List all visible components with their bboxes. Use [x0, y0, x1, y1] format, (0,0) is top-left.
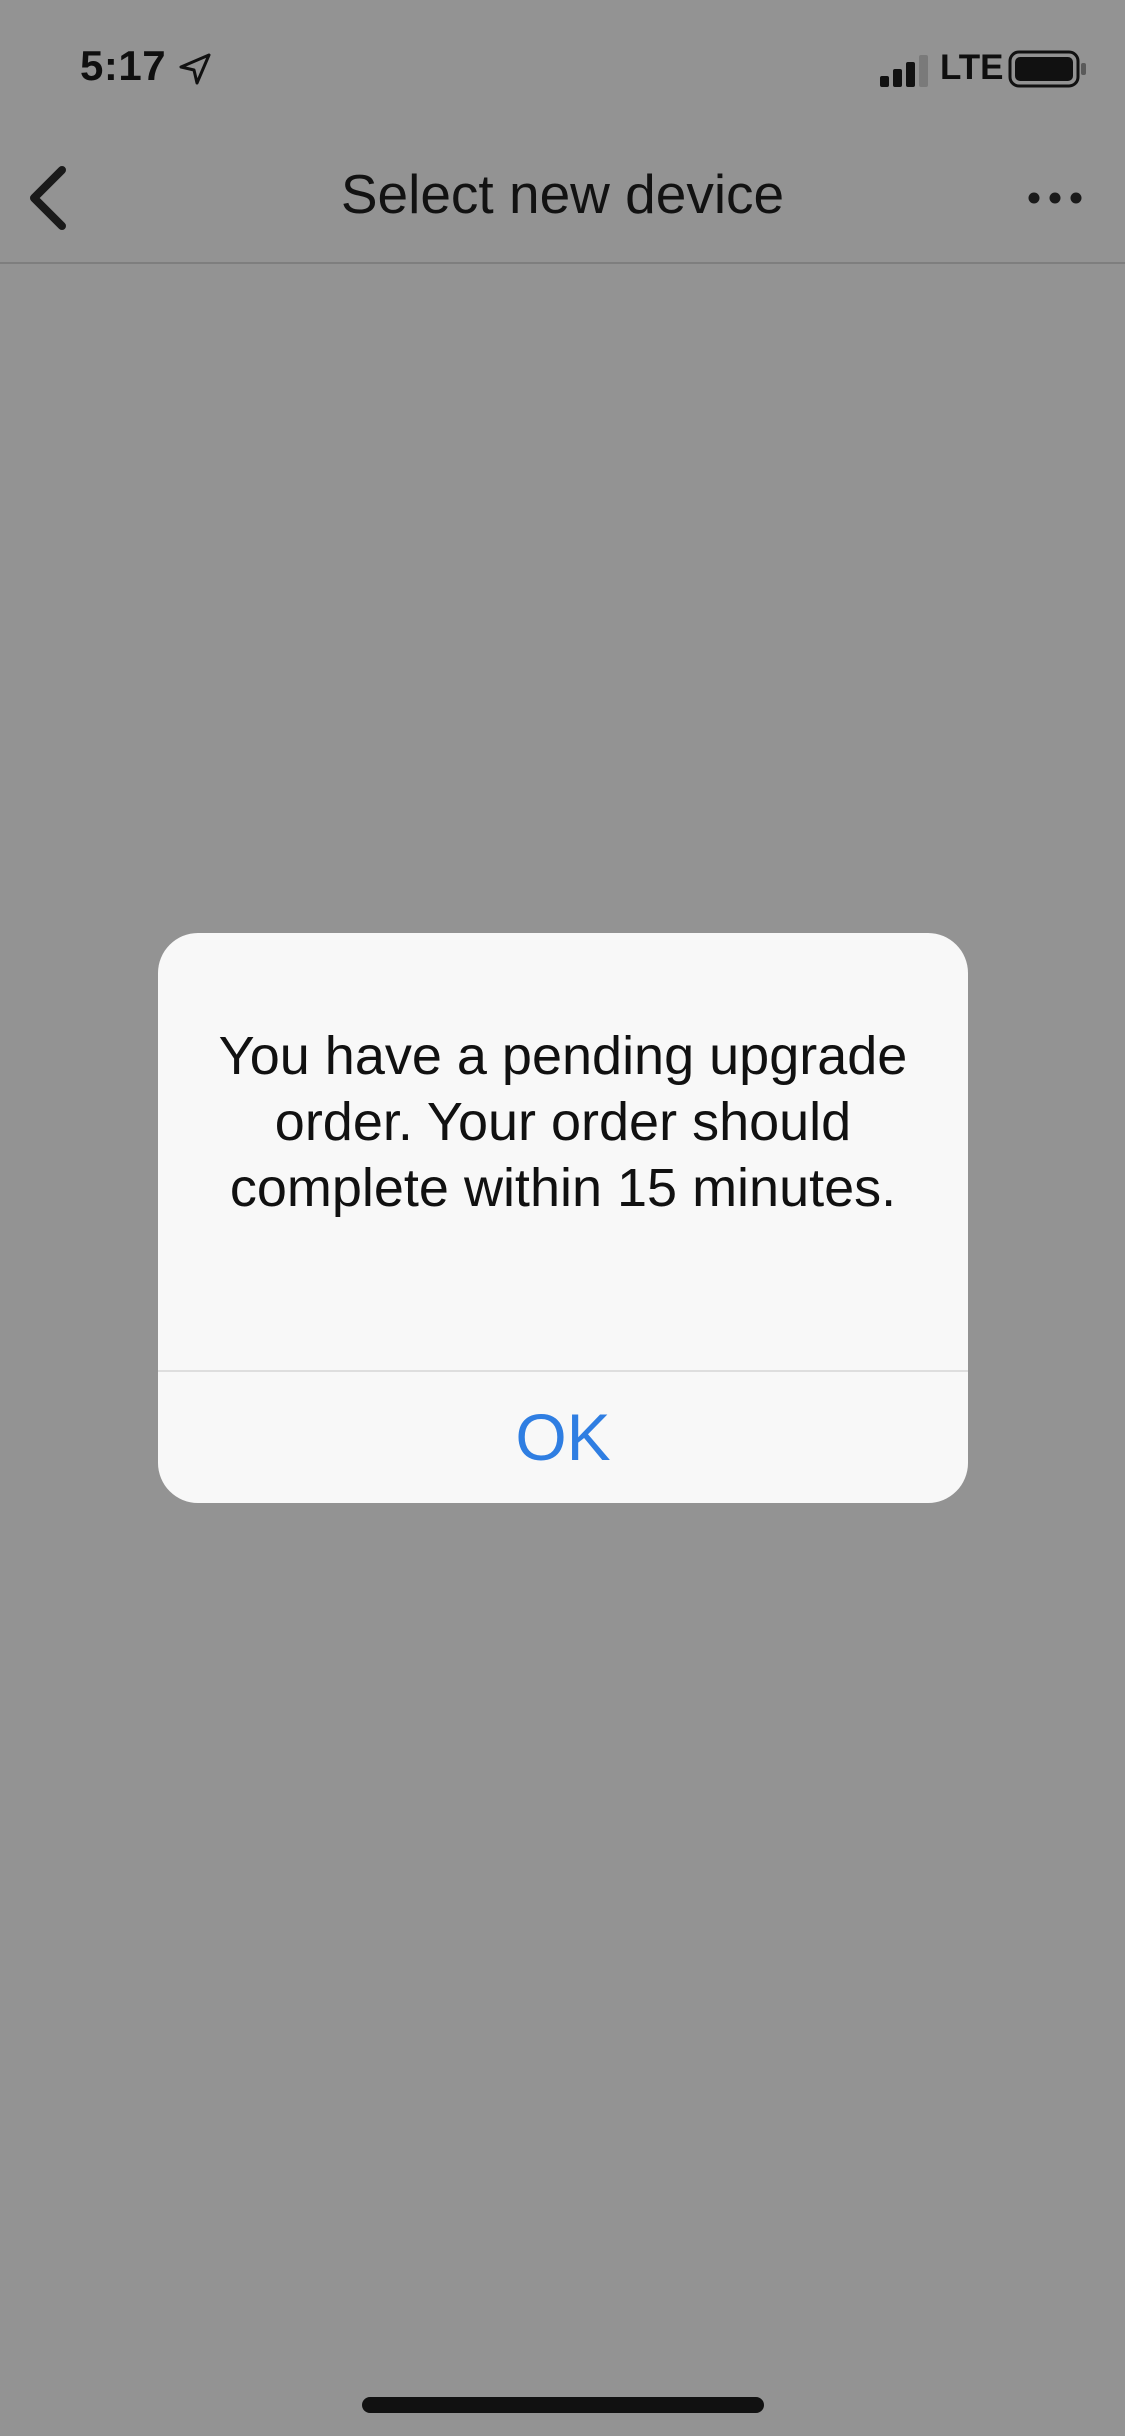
home-indicator[interactable] [362, 2397, 764, 2413]
back-button[interactable] [14, 158, 94, 238]
status-bar: 5:17 LTE [0, 0, 1125, 132]
location-arrow-icon [178, 52, 212, 86]
ok-button[interactable]: OK [158, 1372, 968, 1503]
alert-message: You have a pending upgrade order. Your o… [218, 1026, 908, 1218]
page-title: Select new device [340, 163, 785, 225]
network-type: LTE [940, 48, 1004, 87]
alert-dialog: You have a pending upgrade order. Your o… [158, 933, 968, 1503]
more-options-button[interactable] [1018, 172, 1092, 224]
status-time: 5:17 [80, 42, 167, 89]
chevron-left-icon [30, 166, 66, 230]
cellular-signal-icon [880, 54, 932, 88]
more-horizontal-icon [1028, 192, 1082, 204]
navigation-bar: Select new device [0, 132, 1125, 264]
battery-icon [1008, 50, 1088, 88]
